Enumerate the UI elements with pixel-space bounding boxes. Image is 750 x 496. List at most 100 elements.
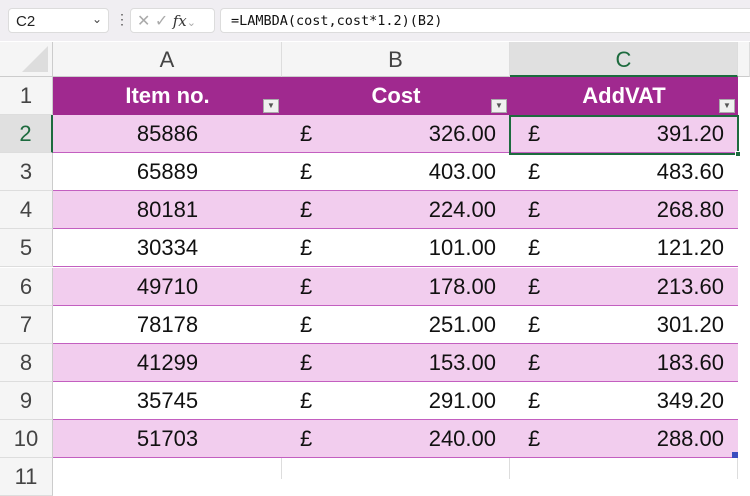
table-cell[interactable]: £224.00 — [282, 191, 510, 230]
table-cell[interactable]: 85886 — [53, 115, 282, 154]
table-cell[interactable]: £403.00 — [282, 153, 510, 192]
cell-value: 291.00 — [428, 387, 496, 413]
cell-value: 35745 — [136, 387, 199, 413]
cell-value: 349.20 — [656, 387, 724, 413]
table-cell[interactable]: 35745 — [53, 381, 282, 420]
cell-value: 403.00 — [428, 159, 496, 185]
cancel-icon[interactable]: ✕ — [137, 13, 150, 30]
currency-symbol: £ — [528, 197, 541, 223]
header-cell[interactable]: Cost ▼ — [282, 77, 510, 115]
header-label: Item no. — [125, 83, 210, 108]
cell-value: 240.00 — [428, 425, 496, 451]
table-cell[interactable]: £101.00 — [282, 229, 510, 268]
table-cell[interactable]: £268.80 — [510, 191, 738, 230]
table-cell[interactable]: 41299 — [53, 343, 282, 382]
currency-symbol: £ — [300, 197, 313, 223]
column-header-A[interactable]: A — [53, 42, 282, 77]
row-header-7[interactable]: 7 — [0, 305, 53, 344]
chevron-down-icon[interactable]: ⌄ — [187, 17, 196, 29]
table-cell[interactable]: £288.00 — [510, 419, 738, 458]
cell-value: 178.00 — [428, 273, 496, 299]
cell-value: 49710 — [136, 273, 199, 299]
currency-symbol: £ — [528, 425, 541, 451]
more-icon[interactable]: ⋮ — [115, 11, 129, 28]
select-all-button[interactable] — [0, 42, 53, 77]
table-cell[interactable]: 80181 — [53, 191, 282, 230]
formula-buttons: ✕ ✓ fx⌄ — [130, 8, 215, 33]
table-cell[interactable]: 78178 — [53, 305, 282, 344]
currency-symbol: £ — [300, 159, 313, 185]
currency-symbol: £ — [528, 235, 541, 261]
table-cell[interactable]: £326.00 — [282, 115, 510, 154]
row-header-10[interactable]: 10 — [0, 419, 53, 458]
header-label: AddVAT — [582, 83, 666, 108]
table-cell[interactable]: £178.00 — [282, 267, 510, 306]
filter-dropdown-icon[interactable]: ▼ — [719, 99, 735, 113]
currency-symbol: £ — [528, 387, 541, 413]
cell-value: 41299 — [136, 349, 199, 375]
filter-dropdown-icon[interactable]: ▼ — [263, 99, 279, 113]
table-cell[interactable]: £153.00 — [282, 343, 510, 382]
enter-icon[interactable]: ✓ — [155, 13, 168, 30]
table-cell[interactable]: 49710 — [53, 267, 282, 306]
row-header-2[interactable]: 2 — [0, 115, 53, 154]
filter-dropdown-icon[interactable]: ▼ — [491, 99, 507, 113]
cell-value: 183.60 — [656, 349, 724, 375]
cell-value: 224.00 — [428, 197, 496, 223]
cell-value: 326.00 — [428, 121, 496, 147]
table-cell[interactable]: £121.20 — [510, 229, 738, 268]
table-cell[interactable]: £349.20 — [510, 381, 738, 420]
table-cell[interactable]: £301.20 — [510, 305, 738, 344]
currency-symbol: £ — [300, 121, 313, 147]
row-header-3[interactable]: 3 — [0, 153, 53, 192]
table-cell[interactable]: £213.60 — [510, 267, 738, 306]
row-header-9[interactable]: 9 — [0, 381, 53, 420]
currency-symbol: £ — [300, 273, 313, 299]
cell-value: 251.00 — [428, 311, 496, 337]
currency-symbol: £ — [528, 121, 541, 147]
table-cell[interactable]: 30334 — [53, 229, 282, 268]
row-header-11[interactable]: 11 — [0, 458, 53, 496]
cell-value: 78178 — [136, 311, 199, 337]
row-header-5[interactable]: 5 — [0, 229, 53, 268]
cell-value: 121.20 — [656, 235, 724, 261]
table-cell[interactable]: £251.00 — [282, 305, 510, 344]
chevron-down-icon[interactable]: ⌄ — [92, 12, 102, 26]
row-header-1[interactable]: 1 — [0, 77, 53, 115]
currency-symbol: £ — [528, 349, 541, 375]
row-header-8[interactable]: 8 — [0, 343, 53, 382]
header-cell[interactable]: Item no. ▼ — [53, 77, 282, 115]
formula-input[interactable]: =LAMBDA(cost,cost*1.2)(B2) — [220, 8, 750, 33]
table-resize-handle[interactable] — [732, 452, 738, 458]
column-header-B[interactable]: B — [282, 42, 510, 77]
table-cell[interactable]: 51703 — [53, 419, 282, 458]
table-cell[interactable]: 65889 — [53, 153, 282, 192]
table-cell[interactable]: £240.00 — [282, 419, 510, 458]
gridline — [281, 458, 282, 479]
gridline — [509, 458, 510, 479]
cell-value: 288.00 — [656, 425, 724, 451]
currency-symbol: £ — [300, 425, 313, 451]
row-header-4[interactable]: 4 — [0, 191, 53, 230]
cell-value: 30334 — [136, 235, 199, 261]
table-cell[interactable]: £483.60 — [510, 153, 738, 192]
table-cell[interactable]: £183.60 — [510, 343, 738, 382]
column-header-C[interactable]: C — [510, 42, 738, 77]
cell-value: 80181 — [136, 197, 199, 223]
fill-handle[interactable] — [735, 151, 741, 157]
row-header-6[interactable]: 6 — [0, 267, 53, 306]
currency-symbol: £ — [528, 273, 541, 299]
cell-value: 301.20 — [656, 311, 724, 337]
insert-function-icon[interactable]: fx — [173, 12, 187, 30]
header-cell[interactable]: AddVAT ▼ — [510, 77, 738, 115]
cell-value: 213.60 — [656, 273, 724, 299]
column-header-empty — [738, 42, 750, 77]
name-box[interactable]: C2 ⌄ — [8, 8, 109, 33]
cell-value: 51703 — [136, 425, 199, 451]
cell-value: 85886 — [136, 121, 199, 147]
currency-symbol: £ — [300, 235, 313, 261]
table-cell[interactable]: £391.20 — [510, 115, 738, 154]
currency-symbol: £ — [300, 349, 313, 375]
table-cell[interactable]: £291.00 — [282, 381, 510, 420]
gridline — [737, 458, 738, 479]
